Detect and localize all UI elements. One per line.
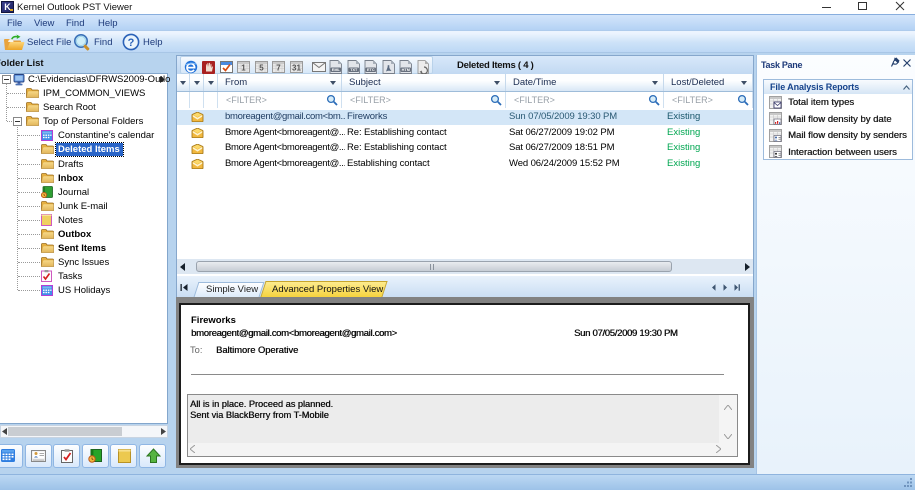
svg-text:ETC: ETC [367,68,375,72]
svg-text:31: 31 [292,64,301,73]
svg-text:HTM: HTM [402,68,410,72]
svg-text:?: ? [128,37,135,49]
svg-text:EML: EML [332,68,341,72]
svg-text:5: 5 [259,64,264,73]
svg-text:1: 1 [241,64,246,73]
svg-text:TXT: TXT [350,68,358,72]
svg-text:7: 7 [276,64,281,73]
